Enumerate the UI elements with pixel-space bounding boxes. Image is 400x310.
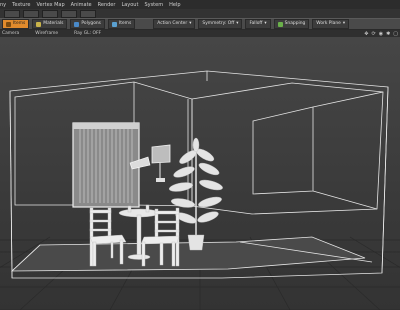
items-icon bbox=[6, 21, 11, 27]
menu-item[interactable]: Vertex Map bbox=[36, 2, 64, 8]
viewport-controls: ✥ ⟳ ◉ ✱ ▢ bbox=[364, 30, 398, 37]
view-type-dropdown[interactable]: Camera bbox=[2, 31, 19, 36]
polygons-mode-button[interactable]: Polygons bbox=[70, 19, 105, 29]
ray-gl-toggle[interactable]: Ray GL: OFF bbox=[74, 31, 101, 36]
layout-tab[interactable] bbox=[23, 9, 39, 18]
snapping-toggle[interactable]: Snapping bbox=[273, 19, 310, 29]
layout-tab[interactable] bbox=[61, 9, 77, 18]
move-view-icon[interactable]: ✥ bbox=[364, 31, 368, 37]
menu-item[interactable]: Animate bbox=[71, 2, 92, 8]
chevron-down-icon: ▾ bbox=[236, 21, 239, 26]
menu-bar: ny Texture Vertex Map Animate Render Layout Sy… bbox=[0, 0, 400, 9]
maximize-view-icon[interactable]: ▢ bbox=[393, 31, 398, 37]
items-mode-button[interactable]: Items bbox=[2, 19, 30, 29]
materials-icon bbox=[36, 21, 42, 27]
menu-item[interactable]: Texture bbox=[12, 2, 30, 8]
settings-view-icon[interactable]: ✱ bbox=[386, 31, 390, 37]
items-select-button[interactable]: Items bbox=[107, 19, 136, 29]
magnet-icon bbox=[277, 21, 283, 27]
layout-tab[interactable] bbox=[42, 9, 58, 18]
zoom-view-icon[interactable]: ◉ bbox=[379, 31, 383, 37]
menu-item[interactable]: System bbox=[144, 2, 163, 8]
symmetry-dropdown[interactable]: Symmetry: Off ▾ bbox=[198, 19, 243, 29]
menu-item[interactable]: Help bbox=[169, 2, 180, 8]
window-blinds bbox=[72, 122, 140, 208]
rotate-view-icon[interactable]: ⟳ bbox=[371, 31, 375, 37]
items-icon bbox=[111, 21, 117, 27]
materials-mode-button[interactable]: Materials bbox=[32, 19, 68, 29]
menu-item[interactable]: Layout bbox=[121, 2, 138, 8]
chevron-down-icon: ▾ bbox=[189, 21, 192, 26]
viewport-header: Camera Wireframe Ray GL: OFF bbox=[0, 30, 400, 37]
falloff-dropdown[interactable]: Falloff ▾ bbox=[245, 19, 271, 29]
menu-item[interactable]: ny bbox=[0, 2, 6, 8]
action-center-dropdown[interactable]: Action Center ▾ bbox=[153, 19, 196, 29]
wall-lamp bbox=[151, 144, 171, 182]
layout-tabs bbox=[0, 9, 400, 18]
chevron-down-icon: ▾ bbox=[342, 21, 346, 26]
work-plane-dropdown[interactable]: Work Plane ▾ bbox=[312, 19, 350, 29]
polygons-icon bbox=[74, 21, 80, 27]
chevron-down-icon: ▾ bbox=[264, 21, 267, 26]
menu-item[interactable]: Render bbox=[98, 2, 116, 8]
layout-tab[interactable] bbox=[4, 9, 20, 18]
layout-tab[interactable] bbox=[80, 9, 96, 18]
viewport-scene bbox=[0, 70, 400, 310]
shading-mode-dropdown[interactable]: Wireframe bbox=[35, 31, 58, 36]
3d-viewport[interactable] bbox=[0, 37, 400, 310]
toolbar: Items Materials Polygons Items Action Ce… bbox=[0, 18, 400, 30]
